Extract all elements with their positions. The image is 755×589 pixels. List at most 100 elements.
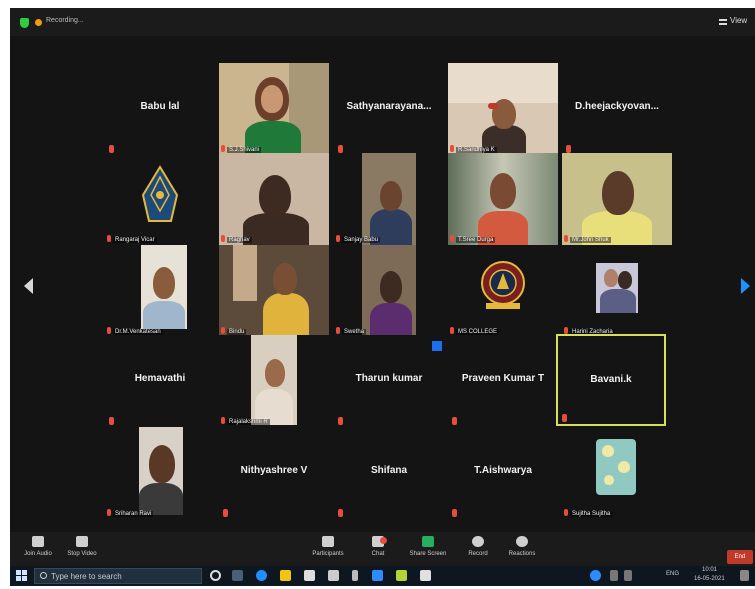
- participant-video-john[interactable]: Mr.John Shuk: [562, 153, 672, 245]
- security-shield-icon[interactable]: [20, 18, 29, 28]
- reactions-smiley-icon: [516, 536, 528, 547]
- next-page-arrow-icon[interactable]: [741, 278, 750, 294]
- participant-video-college[interactable]: MS COLLEGE: [448, 245, 558, 337]
- dropbox-icon[interactable]: [328, 570, 339, 581]
- store-app-icon[interactable]: [420, 570, 431, 581]
- mic-muted-icon: [107, 509, 111, 516]
- file-explorer-icon[interactable]: [280, 570, 291, 581]
- participant-name: Tharun kumar: [355, 373, 423, 384]
- participant-tile-tharun[interactable]: Tharun kumar: [334, 335, 444, 427]
- mic-muted-icon: [221, 327, 225, 334]
- participants-icon: [322, 536, 334, 547]
- mic-muted-icon: [564, 509, 568, 516]
- participant-name: Sathyanarayana...: [346, 101, 432, 112]
- participant-tile-shifana[interactable]: Shifana: [334, 427, 444, 519]
- participant-tile-nithya[interactable]: Nithyashree V: [219, 427, 329, 519]
- taskbar-clock-date[interactable]: 16-05-2021: [694, 576, 725, 582]
- mic-muted-icon: [338, 417, 343, 425]
- participant-name: Bavani.k: [590, 374, 632, 385]
- participants-button[interactable]: Participants: [306, 536, 350, 557]
- video-caption: Sriharan Ravi: [113, 511, 154, 517]
- participant-video-sanjay[interactable]: Sanjay Babu: [334, 153, 444, 245]
- mic-muted-icon: [223, 509, 228, 517]
- mic-muted-icon: [107, 327, 111, 334]
- notification-center-icon[interactable]: [740, 570, 749, 581]
- search-placeholder: Type here to search: [51, 572, 122, 581]
- record-button[interactable]: Record: [456, 536, 500, 557]
- mic-muted-icon: [450, 145, 454, 152]
- video-caption: Raghav: [227, 237, 252, 243]
- video-caption: T.Sree Durga: [456, 237, 496, 243]
- reactions-button[interactable]: Reactions: [500, 536, 544, 557]
- mic-muted-icon: [564, 327, 568, 334]
- participant-tile-babu[interactable]: Babu lal: [105, 63, 215, 155]
- mic-muted-icon: [336, 327, 340, 334]
- stop-video-button[interactable]: Stop Video: [60, 536, 104, 557]
- chat-unread-badge: [380, 537, 387, 544]
- participant-name: Nithyashree V: [240, 465, 308, 476]
- video-caption: Rangaraj Vicar: [113, 237, 157, 243]
- gallery-view-icon[interactable]: [719, 19, 727, 25]
- mic-muted-icon: [452, 417, 457, 425]
- tray-wifi-icon[interactable]: [610, 570, 618, 581]
- screen-share-indicator: [432, 341, 442, 351]
- zoom-app-icon[interactable]: [372, 570, 383, 581]
- previous-page-arrow-icon[interactable]: [24, 278, 33, 294]
- share-screen-button[interactable]: Share Screen: [406, 536, 450, 557]
- zoom-window: Recording... View Babu lal S.J.Shivani S…: [10, 8, 755, 582]
- tray-zoom-icon[interactable]: [590, 570, 601, 581]
- mic-muted-icon: [450, 327, 454, 334]
- windows-start-icon[interactable]: [16, 570, 28, 582]
- participant-tile-bavani-active-speaker[interactable]: Bavani.k: [556, 334, 666, 426]
- participant-name: Praveen Kumar T: [461, 373, 545, 384]
- participant-video-sriharan[interactable]: Sriharan Ravi: [105, 427, 215, 519]
- participant-video-raghav[interactable]: Raghav: [219, 153, 329, 245]
- mic-muted-icon: [450, 235, 454, 242]
- video-caption: Rajalakshmi R: [227, 419, 270, 425]
- view-button[interactable]: View: [730, 16, 747, 25]
- participant-video-rangaraj[interactable]: Rangaraj Vicar: [105, 153, 215, 245]
- mic-muted-icon: [338, 145, 343, 153]
- cortana-icon[interactable]: [210, 570, 221, 581]
- emblem-logo-icon: [141, 165, 179, 222]
- recording-label: Recording...: [46, 17, 84, 24]
- chat-button[interactable]: Chat: [356, 536, 400, 557]
- participant-tile-hema[interactable]: Hemavathi: [105, 335, 215, 427]
- participant-tile-praveen[interactable]: Praveen Kumar T: [448, 335, 558, 427]
- mic-muted-icon: [338, 509, 343, 517]
- participant-tile-dheeja[interactable]: D.heejackyovan...: [562, 63, 672, 155]
- college-emblem-icon: [481, 261, 525, 309]
- mic-muted-icon: [336, 235, 340, 242]
- pinned-app-icon[interactable]: [352, 570, 358, 581]
- recording-icon: [35, 19, 42, 26]
- end-meeting-button[interactable]: End: [727, 550, 753, 564]
- taskbar-clock-time[interactable]: 10:01: [702, 567, 717, 573]
- edge-browser-icon[interactable]: [256, 570, 267, 581]
- participant-video-shivani[interactable]: S.J.Shivani: [219, 63, 329, 155]
- excel-app-icon[interactable]: [396, 570, 407, 581]
- mail-icon[interactable]: [304, 570, 315, 581]
- input-language-indicator[interactable]: ENG: [666, 571, 679, 577]
- mic-muted-icon: [562, 414, 567, 422]
- participant-name: Shifana: [370, 465, 408, 476]
- participant-video-venkatesan[interactable]: Dr.M.Venkatesan: [105, 245, 215, 337]
- mic-muted-icon: [107, 235, 111, 242]
- participant-video-sujitha[interactable]: Sujitha Sujitha: [562, 427, 672, 519]
- participant-video-rajalakshmi[interactable]: Rajalakshmi R: [219, 335, 329, 427]
- participant-tile-aishwarya[interactable]: T.Aishwarya: [448, 427, 558, 519]
- video-caption: Mr.John Shuk: [570, 237, 611, 243]
- participant-name: T.Aishwarya: [474, 465, 532, 476]
- join-audio-button[interactable]: Join Audio: [16, 536, 60, 557]
- mic-muted-icon: [566, 145, 571, 153]
- tray-volume-icon[interactable]: [624, 570, 632, 581]
- taskbar-search-input[interactable]: Type here to search: [34, 568, 202, 584]
- video-caption: Sanjay Babu: [342, 237, 381, 243]
- participant-video-sandhiya[interactable]: R.Sandhiya K: [448, 63, 558, 155]
- mic-muted-icon: [109, 145, 114, 153]
- task-view-icon[interactable]: [232, 570, 243, 581]
- participant-video-harini[interactable]: Harini Zacharia: [562, 245, 672, 337]
- participant-video-sreedurga[interactable]: T.Sree Durga: [448, 153, 558, 245]
- participant-video-bindu[interactable]: Bindu: [219, 245, 329, 337]
- participant-video-swetha[interactable]: Swetha: [334, 245, 444, 337]
- participant-tile-sathya[interactable]: Sathyanarayana...: [334, 63, 444, 155]
